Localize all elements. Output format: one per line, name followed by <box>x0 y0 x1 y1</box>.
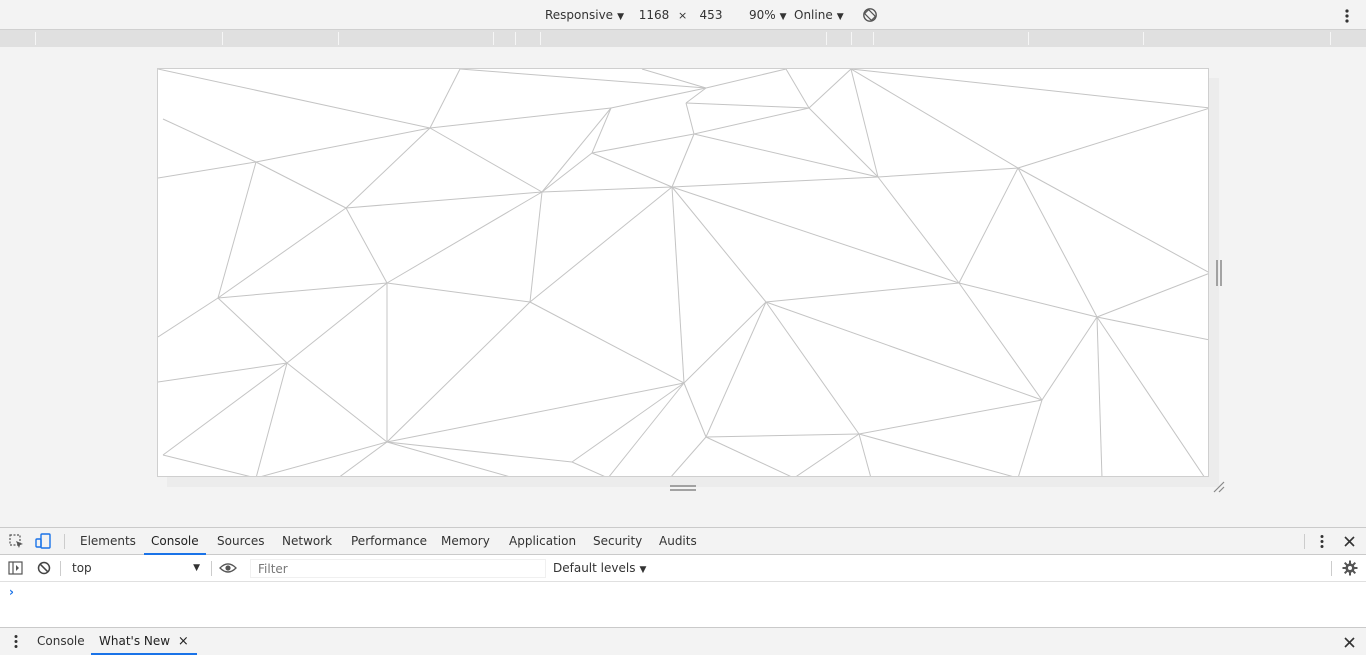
show-sidebar-icon[interactable] <box>8 561 23 575</box>
chevron-down-icon: ▼ <box>617 12 624 22</box>
device-toolbar: Responsive ▼ 1168 × 453 90% ▼ Online ▼ <box>0 0 1366 30</box>
emulated-viewport <box>157 68 1209 477</box>
close-tab-icon[interactable]: × <box>178 634 189 649</box>
tab-network[interactable]: Network <box>282 528 332 555</box>
chevron-down-icon: ▼ <box>836 12 844 22</box>
clear-console-icon[interactable] <box>37 561 51 575</box>
throttling-select-label: Online <box>794 8 833 22</box>
console-toolbar: top ▼ Default levels▼ <box>0 555 1366 582</box>
tab-security[interactable]: Security <box>593 528 642 555</box>
context-select[interactable]: top ▼ <box>64 559 206 578</box>
drawer-tab-whats-new[interactable]: What's New × <box>91 628 197 655</box>
device-select-label: Responsive <box>545 8 614 22</box>
device-select[interactable]: Responsive ▼ <box>545 8 624 22</box>
device-toolbar-toggle-icon[interactable] <box>35 533 51 549</box>
width-input[interactable]: 1168 <box>633 8 675 22</box>
drawer-tab-console[interactable]: Console <box>37 628 85 655</box>
filter-input[interactable] <box>250 559 546 578</box>
tab-application[interactable]: Application <box>509 528 576 555</box>
chevron-down-icon: ▼ <box>779 12 787 22</box>
media-query-bar[interactable] <box>0 30 1366 47</box>
tab-elements[interactable]: Elements <box>80 528 136 555</box>
drawer-more-options-icon[interactable] <box>10 634 22 649</box>
tab-sources[interactable]: Sources <box>217 528 264 555</box>
context-select-label: top <box>72 561 92 575</box>
zoom-select-label: 90% <box>749 8 776 22</box>
throttling-select[interactable]: Online ▼ <box>794 8 844 22</box>
zoom-select[interactable]: 90% ▼ <box>749 8 787 22</box>
inspect-element-icon[interactable] <box>9 534 24 549</box>
console-settings-gear-icon[interactable] <box>1342 560 1358 576</box>
low-poly-mesh-background <box>158 69 1208 476</box>
console-prompt[interactable]: › <box>9 585 14 599</box>
height-input[interactable]: 453 <box>690 8 732 22</box>
more-options-icon[interactable] <box>1340 8 1354 24</box>
tab-audits[interactable]: Audits <box>659 528 697 555</box>
console-output[interactable]: › <box>0 582 1366 627</box>
close-devtools-icon[interactable] <box>1343 535 1356 548</box>
devtools-tabbar: Elements Console Sources Network Perform… <box>0 528 1366 555</box>
drawer-tab-whats-new-label: What's New <box>99 634 171 648</box>
resize-handle-corner[interactable] <box>1212 480 1226 494</box>
tab-performance[interactable]: Performance <box>351 528 427 555</box>
more-options-icon[interactable] <box>1316 534 1328 549</box>
resize-handle-right[interactable] <box>1215 260 1223 286</box>
drawer-tabbar: Console What's New × <box>0 627 1366 655</box>
rotate-icon[interactable] <box>862 7 878 23</box>
tab-memory[interactable]: Memory <box>441 528 490 555</box>
chevron-down-icon: ▼ <box>193 563 200 573</box>
log-levels-label: Default levels <box>553 561 636 575</box>
live-expression-eye-icon[interactable] <box>219 562 237 574</box>
close-drawer-icon[interactable] <box>1343 636 1356 649</box>
tab-console[interactable]: Console <box>144 528 206 555</box>
dimension-times-label: × <box>678 9 688 22</box>
chevron-down-icon: ▼ <box>639 565 647 575</box>
resize-handle-bottom[interactable] <box>670 484 696 492</box>
log-levels-select[interactable]: Default levels ▼ <box>553 561 646 575</box>
devtools-panel: Elements Console Sources Network Perform… <box>0 527 1366 655</box>
